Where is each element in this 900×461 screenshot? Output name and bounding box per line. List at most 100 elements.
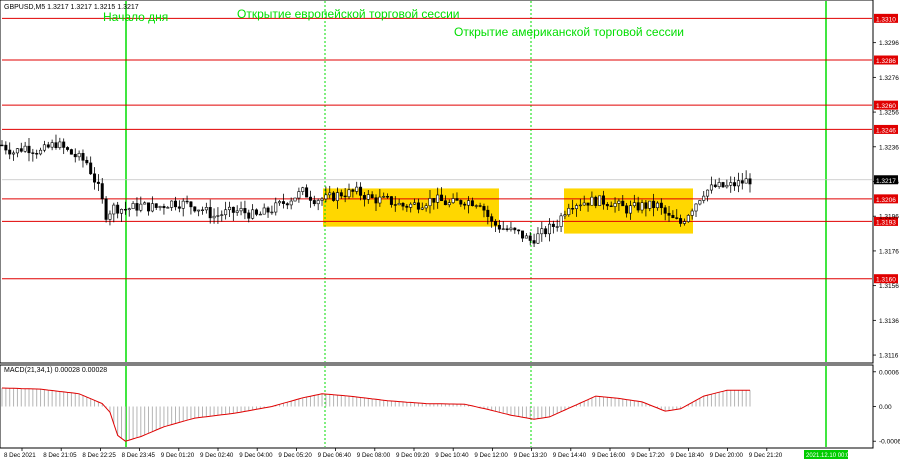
candle-body <box>401 203 405 207</box>
candle-body <box>540 228 544 235</box>
candle-body <box>254 209 258 215</box>
target-zone <box>564 188 693 234</box>
candle-body <box>601 195 605 205</box>
price-tick-label: 1.3236 <box>879 144 899 151</box>
candle-body <box>582 202 586 206</box>
candle-body <box>143 202 147 205</box>
candle-body <box>89 162 93 175</box>
candle-body <box>293 197 297 202</box>
candle-body <box>413 202 417 205</box>
candle-body <box>189 201 193 208</box>
candle-body <box>224 209 228 216</box>
candle-body <box>524 235 528 239</box>
candle-body <box>717 182 721 187</box>
candle-body <box>467 200 471 206</box>
candle-body <box>39 149 43 155</box>
candle-body <box>12 152 16 155</box>
price-tick-label: 1.3176 <box>879 248 899 255</box>
candle-body <box>528 235 532 241</box>
candle-body <box>609 205 613 207</box>
candle-body <box>301 187 305 192</box>
trading-chart[interactable]: 1.33101.32861.32601.32461.32061.31931.31… <box>0 0 900 461</box>
candle-body <box>521 230 525 239</box>
candle-body <box>147 202 151 212</box>
candle-body <box>239 208 243 212</box>
candle-body <box>636 202 640 211</box>
candle-body <box>517 229 521 232</box>
candle-body <box>200 209 204 211</box>
candle-body <box>640 202 644 211</box>
candle-body <box>748 178 752 185</box>
candle-body <box>655 202 659 209</box>
candle-body <box>443 200 447 206</box>
time-tick-label: 8 Dec 21:05 <box>43 452 77 459</box>
time-tick-label: 9 Dec 18:40 <box>670 452 704 459</box>
candle-body <box>46 144 50 148</box>
candle-body <box>247 212 251 219</box>
candle-body <box>675 217 679 219</box>
time-axis[interactable]: 8 Dec 2021 8 Dec 21:05 8 Dec 22:25 8 Dec 23… <box>4 448 853 459</box>
candle-body <box>266 207 270 213</box>
candle <box>598 195 602 206</box>
macd-tick-label: 0.00 <box>879 404 892 411</box>
time-tick-label: 9 Dec 06:40 <box>318 452 352 459</box>
time-label: 2021.12.10 00:00 <box>806 453 853 459</box>
candle-body <box>308 196 312 201</box>
time-tick-label: 8 Dec 23:45 <box>122 452 156 459</box>
candle-body <box>667 212 671 216</box>
candle-body <box>131 203 135 210</box>
candle-body <box>0 144 4 147</box>
candle-body <box>482 206 486 211</box>
price-tick-label: 1.3116 <box>879 353 899 360</box>
eu-open-label: Открытие европейской торговой сессии <box>237 7 459 21</box>
time-tick-label: 9 Dec 02:40 <box>200 452 234 459</box>
candle-body <box>567 208 571 215</box>
candle-body <box>316 200 320 205</box>
candle-body <box>416 202 420 210</box>
candle-body <box>478 205 482 207</box>
candle-body <box>335 192 339 201</box>
candle-body <box>663 207 667 214</box>
macd-tick-label: 0.0006 <box>879 369 899 376</box>
candle-body <box>513 227 517 231</box>
candle-body <box>158 206 162 208</box>
candle-body <box>744 178 748 184</box>
time-tick-label: 9 Dec 14:40 <box>553 452 587 459</box>
candle-body <box>305 187 309 198</box>
candle-body <box>632 202 636 207</box>
time-tick-label: 9 Dec 09:20 <box>396 452 430 459</box>
candle-body <box>285 203 289 206</box>
candle-body <box>709 184 713 191</box>
candle-body <box>436 194 440 203</box>
candle-body <box>698 200 702 205</box>
time-tick-label: 9 Dec 20:00 <box>710 452 744 459</box>
candle-body <box>23 145 27 152</box>
candle-body <box>474 205 478 207</box>
candle-body <box>470 200 474 207</box>
candle-body <box>428 198 432 207</box>
candle-body <box>590 196 594 206</box>
candle-body <box>451 198 455 204</box>
candle-body <box>116 204 120 214</box>
candle-body <box>725 184 729 188</box>
candle-body <box>370 194 374 199</box>
candle <box>332 191 336 202</box>
time-tick-label: 9 Dec 17:20 <box>631 452 665 459</box>
candle-body <box>174 200 178 208</box>
candle-body <box>123 209 127 211</box>
candle-body <box>682 221 686 224</box>
candle-body <box>671 215 675 219</box>
candle-body <box>497 224 501 230</box>
candle-body <box>170 200 174 208</box>
candle-body <box>694 203 698 212</box>
time-tick-label: 9 Dec 21:20 <box>749 452 783 459</box>
candle-body <box>235 210 239 213</box>
candle-body <box>278 201 282 204</box>
candle-body <box>185 200 189 203</box>
candle-body <box>339 192 343 197</box>
candle-body <box>312 200 316 205</box>
candle-body <box>713 184 717 187</box>
candle-body <box>112 204 116 215</box>
candle-body <box>332 192 336 201</box>
candle-body <box>69 149 73 155</box>
